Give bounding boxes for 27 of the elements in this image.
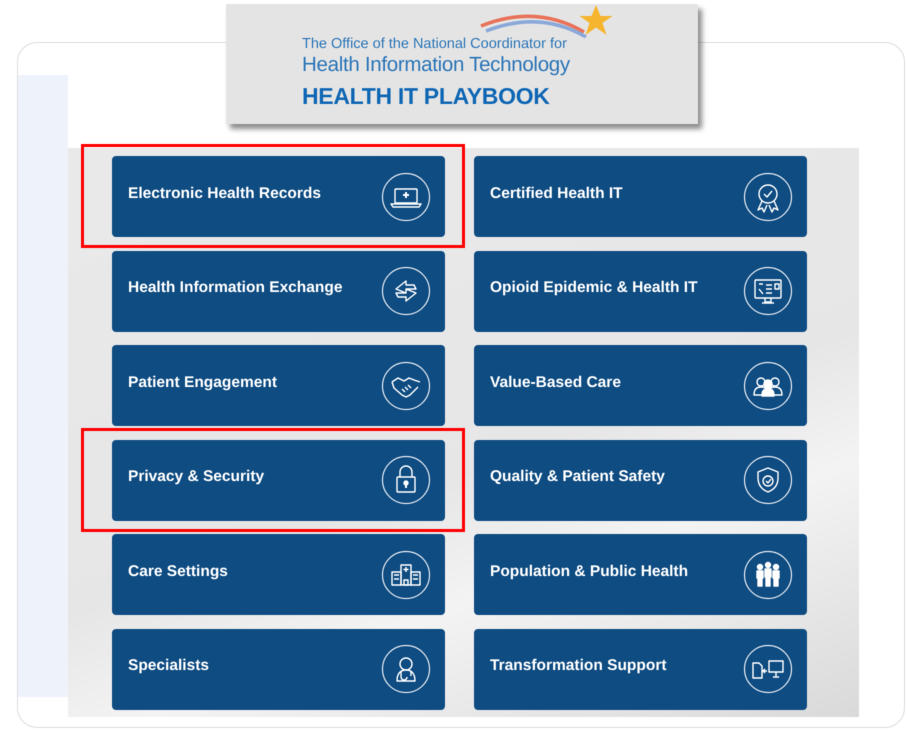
arrows-icon bbox=[381, 266, 431, 316]
document-monitor-icon bbox=[743, 644, 793, 694]
laptop-icon bbox=[381, 172, 431, 222]
logo-title: HEALTH IT PLAYBOOK bbox=[302, 82, 550, 111]
topic-button[interactable]: Privacy & Security bbox=[112, 440, 445, 520]
topic-button[interactable]: Patient Engagement bbox=[112, 345, 445, 426]
topic-button[interactable]: Specialists bbox=[112, 628, 445, 710]
topic-button[interactable]: Opioid Epidemic & Health IT bbox=[474, 250, 807, 332]
logo-subtitle: Health Information Technology bbox=[302, 53, 570, 77]
people-group-icon bbox=[743, 550, 793, 600]
topic-button[interactable]: Transformation Support bbox=[474, 628, 807, 710]
topic-button[interactable]: Care Settings bbox=[112, 534, 445, 615]
people-icon bbox=[743, 360, 793, 410]
hospital-icon bbox=[381, 550, 431, 600]
topic-button[interactable]: Value-Based Care bbox=[474, 345, 807, 426]
topic-button[interactable]: Quality & Patient Safety bbox=[474, 440, 807, 520]
logo-subtitle: The Office of the National Coordinator for bbox=[302, 36, 567, 53]
topic-button[interactable]: Population & Public Health bbox=[474, 534, 807, 615]
topic-button[interactable]: Certified Health IT bbox=[474, 156, 807, 237]
handshake-icon bbox=[381, 360, 431, 410]
topic-button[interactable]: Health Information Exchange bbox=[112, 250, 445, 332]
award-icon bbox=[743, 172, 793, 222]
doctor-icon bbox=[381, 644, 431, 694]
lock-icon bbox=[381, 455, 431, 505]
shield-icon bbox=[743, 455, 793, 505]
monitor-icon bbox=[743, 266, 793, 316]
topic-button[interactable]: Electronic Health Records bbox=[112, 156, 445, 237]
